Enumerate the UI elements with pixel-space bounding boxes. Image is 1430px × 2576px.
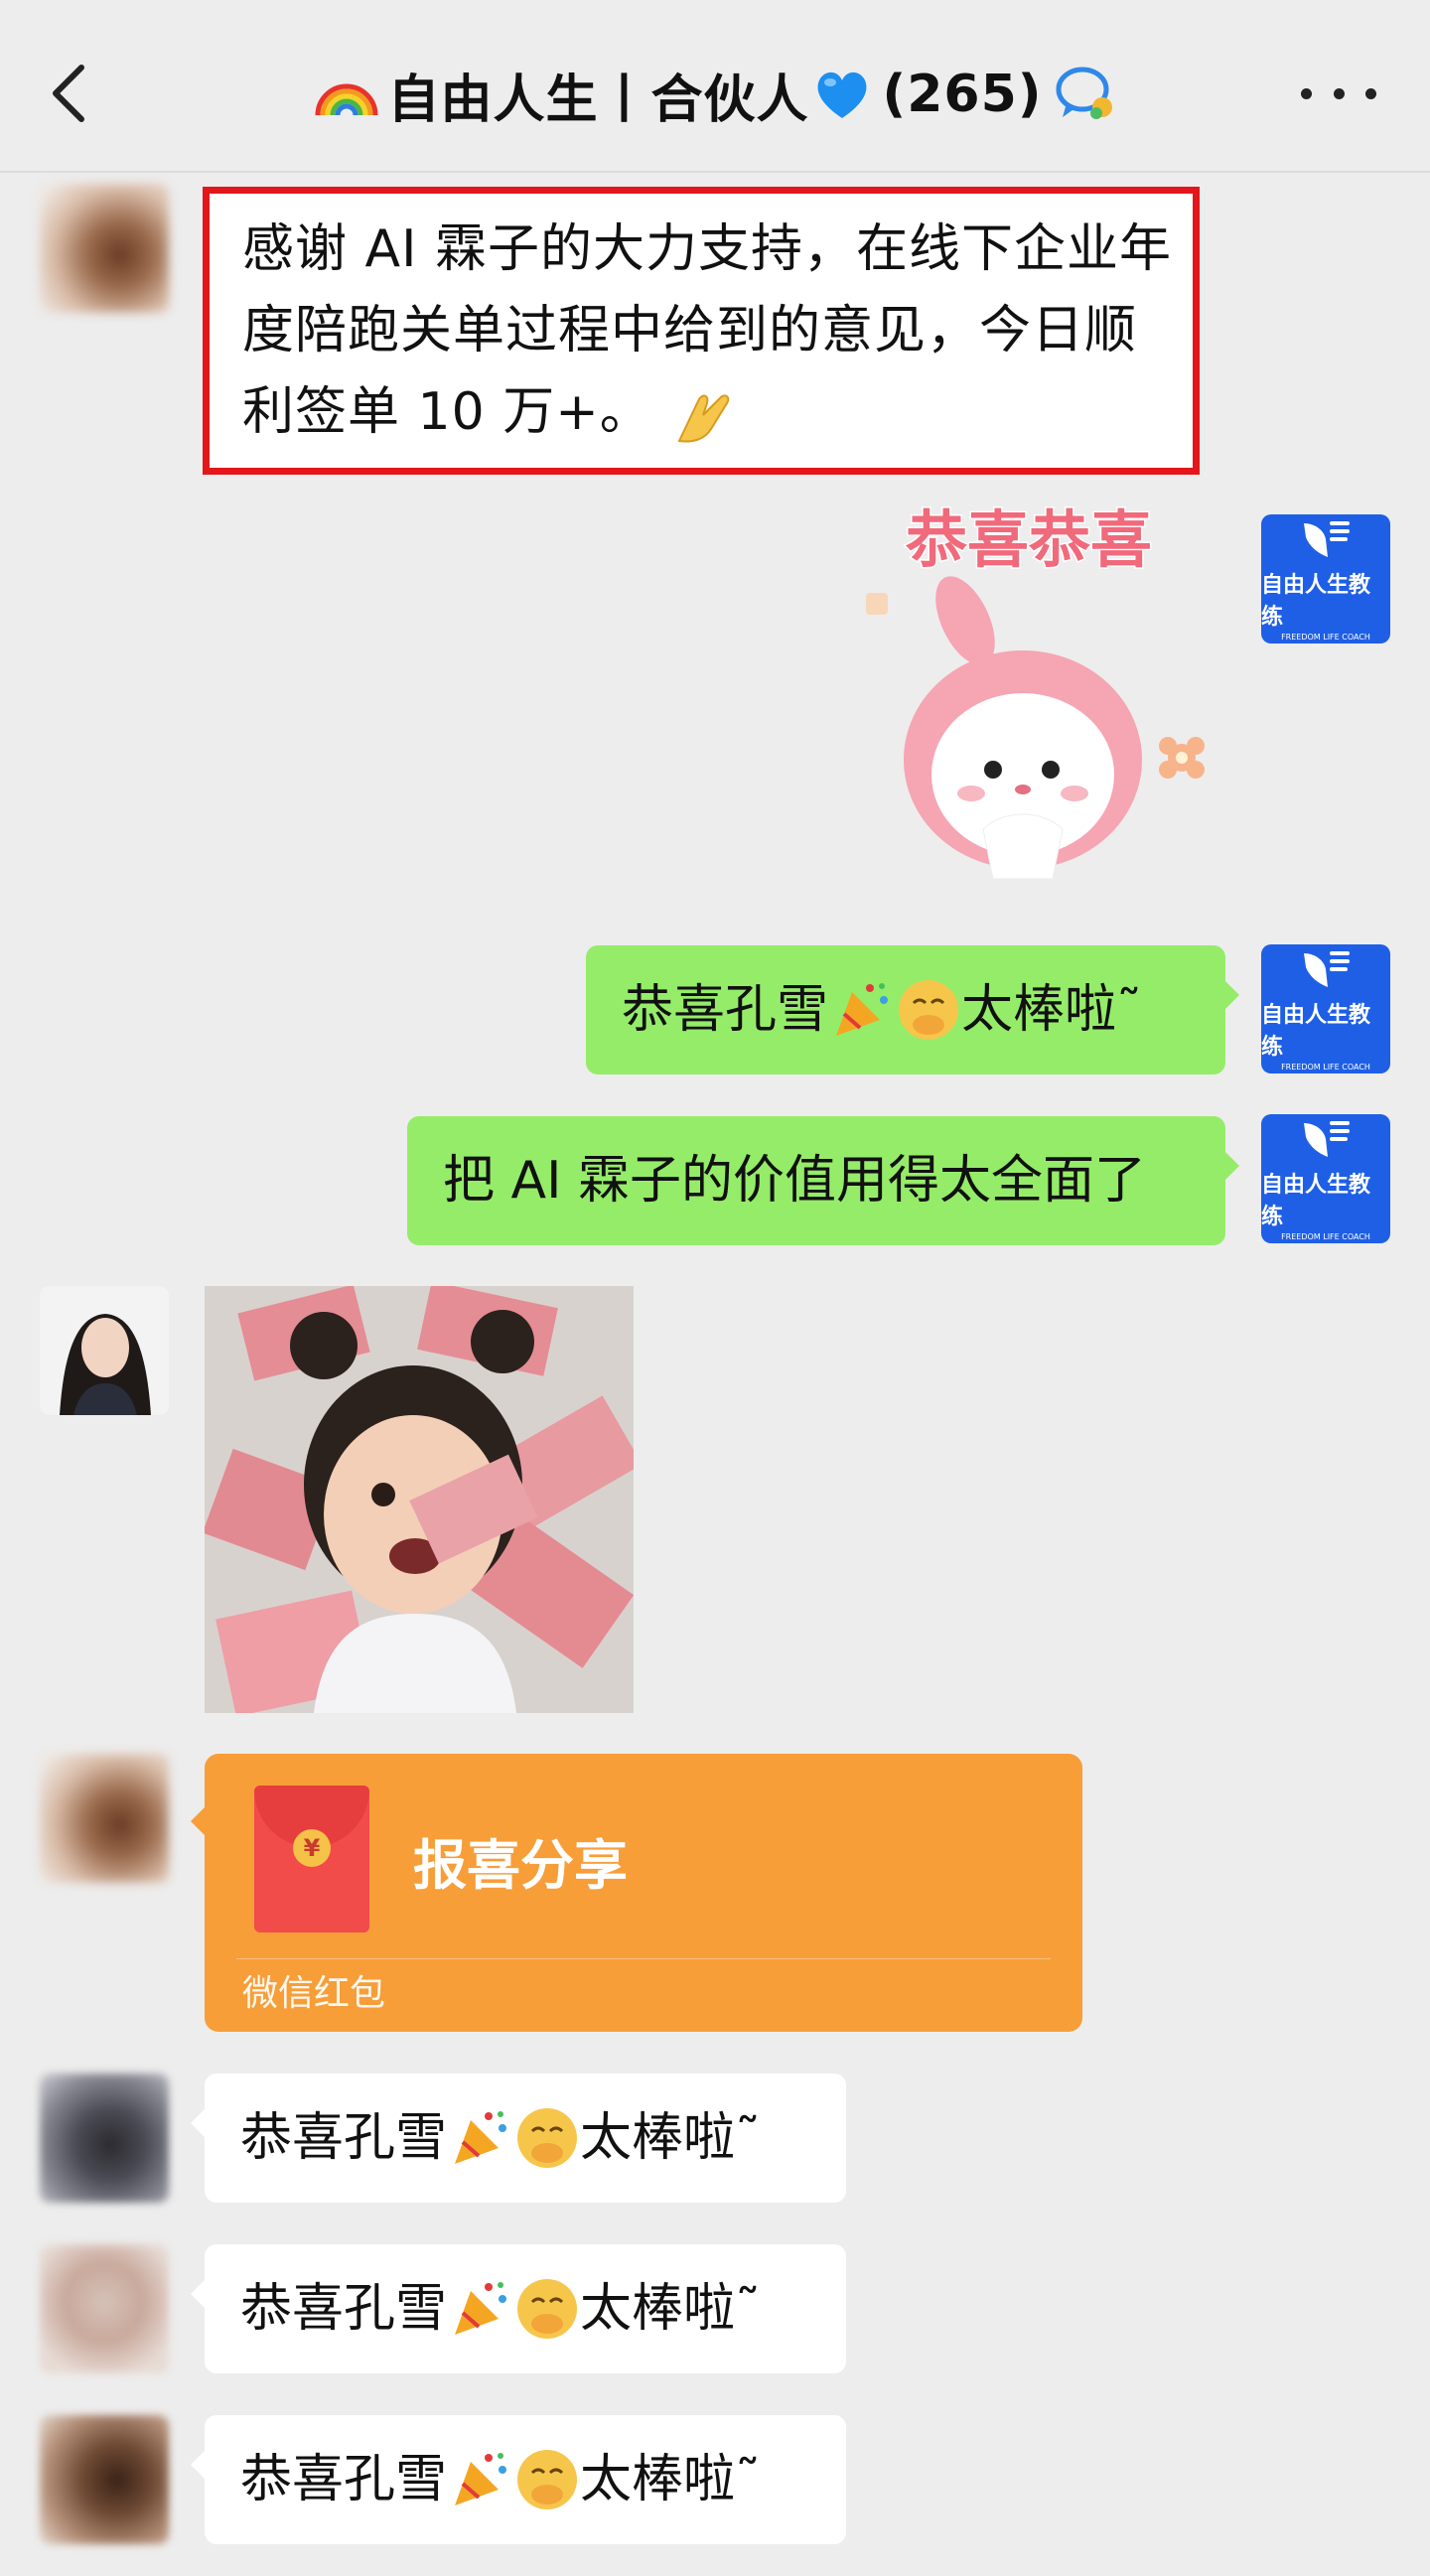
coach-sub: FREEDOM LIFE COACH xyxy=(1281,1231,1370,1241)
shy-face-icon xyxy=(517,2279,578,2339)
coach-avatar[interactable]: 自由人生教练 FREEDOM LIFE COACH xyxy=(1261,1114,1390,1243)
red-packet-label: 微信红包 xyxy=(242,1973,386,2014)
message-text: 恭喜孔雪 xyxy=(240,2450,448,2509)
coach-logo-icon xyxy=(1304,950,1350,987)
coach-logo-icon xyxy=(1304,520,1350,557)
coach-sub: FREEDOM LIFE COACH xyxy=(1281,1062,1370,1072)
avatar-portrait xyxy=(40,1286,169,1415)
member-count: (265) xyxy=(882,65,1043,124)
more-dot xyxy=(1365,87,1376,99)
red-packet-card[interactable]: ¥ 报喜分享 微信红包 xyxy=(191,1754,1082,2032)
avatar[interactable] xyxy=(40,1286,169,1415)
avatar[interactable] xyxy=(40,2415,169,2544)
message-bubble[interactable]: 恭喜孔雪 太棒啦˜ xyxy=(191,2415,846,2544)
back-chevron-icon[interactable] xyxy=(42,54,105,133)
message-text: 恭喜孔雪 xyxy=(240,2279,448,2339)
coach-logo-icon xyxy=(1304,1120,1350,1157)
congrats-sticker[interactable]: 恭喜恭喜 xyxy=(854,501,1231,909)
blue-heart-icon xyxy=(817,72,867,118)
message-text: 太棒啦˜ xyxy=(580,2450,762,2509)
more-options-button[interactable] xyxy=(1301,72,1376,115)
coach-name: 自由人生教练 xyxy=(1261,572,1371,630)
sticker-text: 恭喜恭喜 xyxy=(905,503,1152,576)
party-popper-icon xyxy=(455,2111,507,2164)
more-dot xyxy=(1333,87,1345,99)
party-popper-icon xyxy=(836,983,889,1036)
more-dots-icon xyxy=(1301,87,1312,99)
coach-name: 自由人生教练 xyxy=(1261,1172,1371,1229)
shy-face-icon xyxy=(517,2108,578,2168)
shy-face-icon xyxy=(517,2450,578,2509)
message-text: 恭喜孔雪 xyxy=(240,2108,448,2168)
message-text: 把 AI 霖子的价值用得太全面了 xyxy=(443,1151,1146,1211)
message-bubble[interactable]: 恭喜孔雪 太棒啦˜ xyxy=(586,945,1239,1074)
coach-avatar[interactable]: 自由人生教练 FREEDOM LIFE COACH xyxy=(1261,944,1390,1073)
shared-image[interactable] xyxy=(205,1286,634,1713)
message-text: 太棒啦˜ xyxy=(961,980,1143,1040)
message-text-highlighted[interactable]: 感谢 AI 霖子的大力支持，在线下企业年度陪跑关单过程中给到的意见，今日顺利签单… xyxy=(242,209,1176,453)
folded-hands-icon xyxy=(677,394,730,443)
red-envelope-icon: ¥ xyxy=(254,1786,369,1932)
message-bubble[interactable]: 恭喜孔雪 太棒啦˜ xyxy=(191,2244,846,2373)
coach-avatar[interactable]: 自由人生教练 FREEDOM LIFE COACH xyxy=(1261,514,1390,644)
message-text: 太棒啦˜ xyxy=(580,2108,762,2168)
message-bubble[interactable]: 恭喜孔雪 太棒啦˜ xyxy=(191,2074,846,2203)
group-chat-icon xyxy=(1056,67,1112,119)
avatar[interactable] xyxy=(40,1754,169,1883)
avatar[interactable] xyxy=(40,2244,169,2373)
yuan-coin-icon: ¥ xyxy=(293,1829,331,1867)
party-popper-icon xyxy=(455,2453,507,2505)
party-popper-icon xyxy=(455,2282,507,2335)
shy-face-icon xyxy=(899,980,959,1040)
rainbow-icon xyxy=(315,83,378,116)
chat-header: 自由人生丨合伙人 (265) xyxy=(0,0,1430,173)
coach-sub: FREEDOM LIFE COACH xyxy=(1281,632,1370,642)
girl-with-money-photo xyxy=(205,1286,634,1713)
message-text: 太棒啦˜ xyxy=(580,2279,762,2339)
message-bubble[interactable]: 把 AI 霖子的价值用得太全面了 xyxy=(407,1116,1239,1245)
divider xyxy=(236,1958,1051,1959)
chat-title[interactable]: 自由人生丨合伙人 (265) xyxy=(298,55,1132,134)
avatar[interactable] xyxy=(40,2074,169,2203)
avatar[interactable] xyxy=(40,184,169,313)
group-name: 自由人生丨合伙人 xyxy=(387,70,809,130)
message-text: 恭喜孔雪 xyxy=(622,980,829,1040)
coach-name: 自由人生教练 xyxy=(1261,1002,1371,1060)
red-packet-title: 报喜分享 xyxy=(413,1834,628,1897)
